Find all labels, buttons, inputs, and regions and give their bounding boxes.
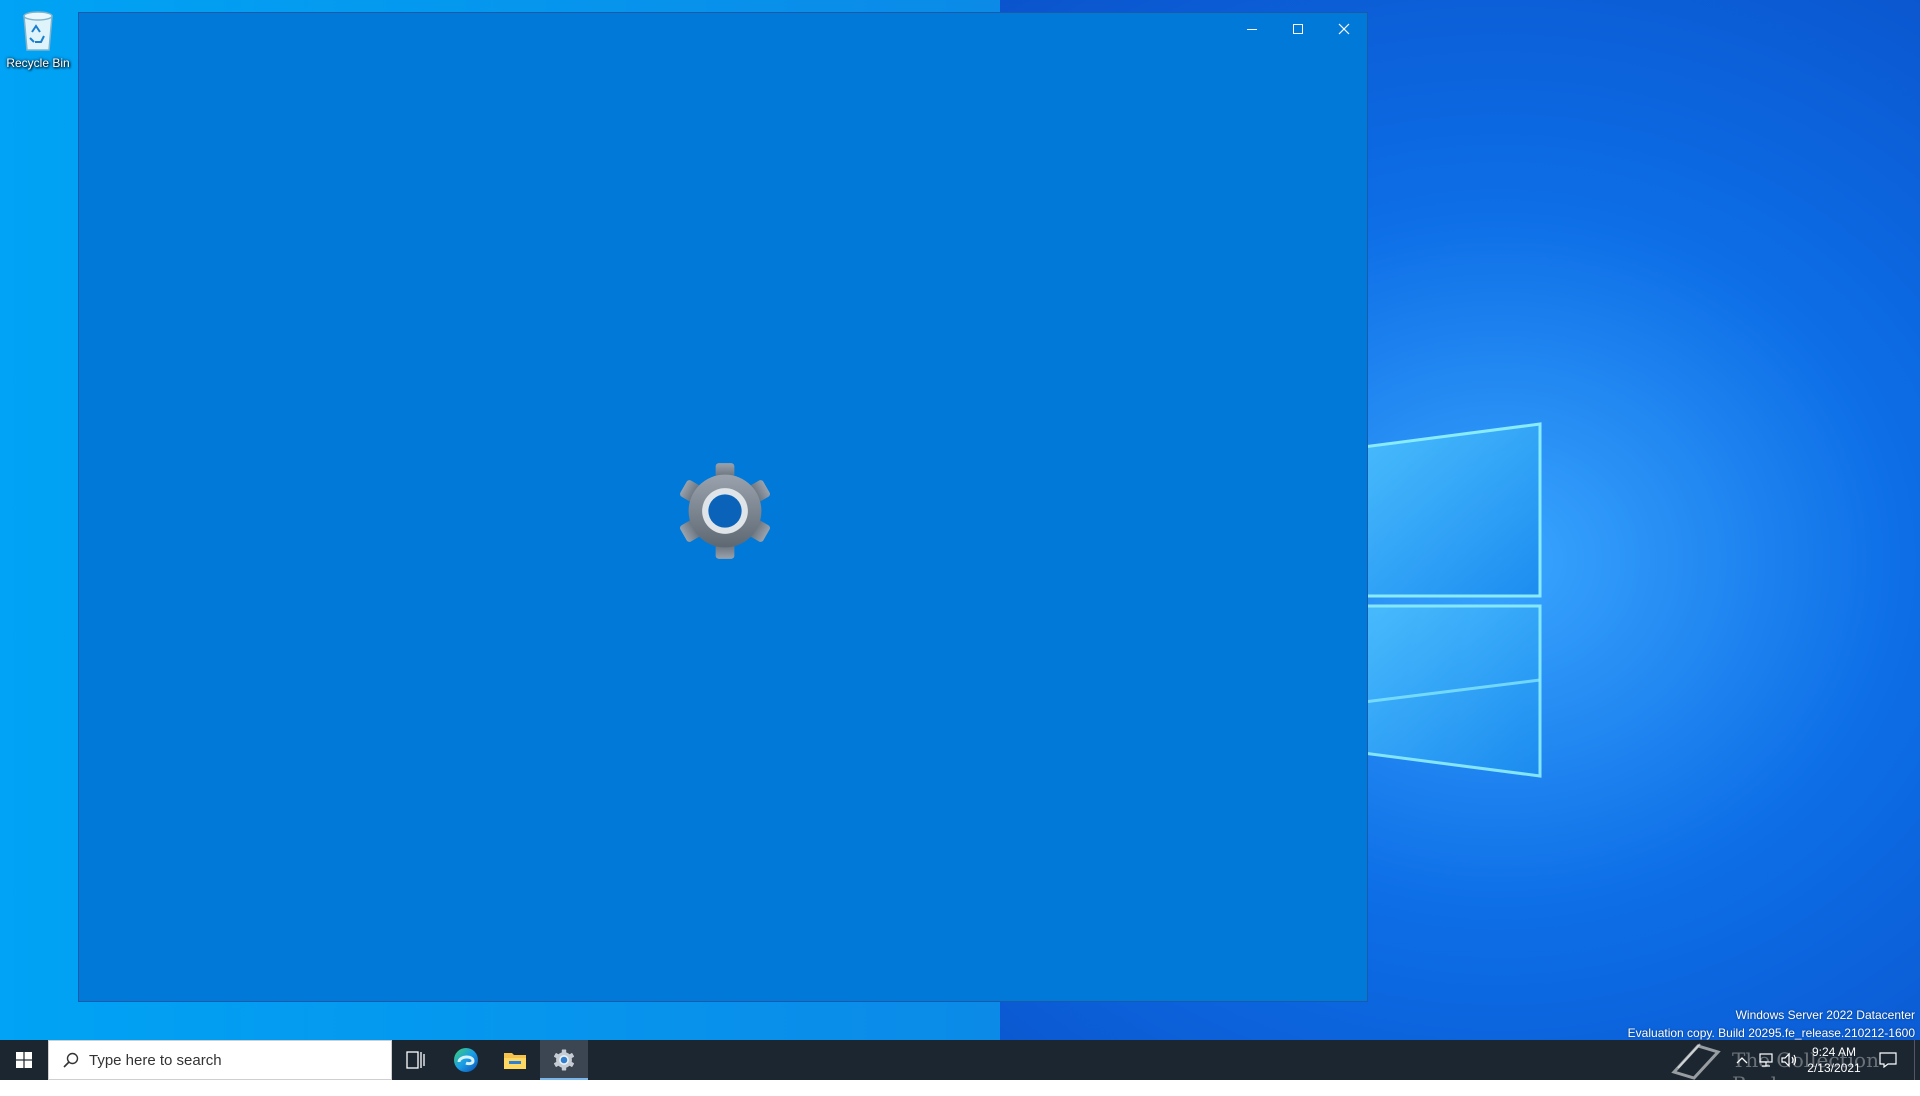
recycle-bin-desktop-icon[interactable]: Recycle Bin: [4, 6, 72, 78]
minimize-button[interactable]: [1229, 13, 1275, 45]
network-icon: [1759, 1053, 1773, 1067]
chevron-up-icon: [1736, 1057, 1748, 1064]
windows-logo-wallpaper: [1340, 422, 1542, 778]
maximize-button[interactable]: [1275, 13, 1321, 45]
settings-window[interactable]: [78, 12, 1368, 1002]
maximize-icon: [1293, 24, 1303, 34]
windows-start-icon: [16, 1052, 32, 1068]
show-desktop-button[interactable]: [1914, 1040, 1920, 1080]
edge-taskbar-button[interactable]: [442, 1040, 490, 1080]
file-explorer-icon: [504, 1053, 526, 1069]
recycle-bin-icon: [23, 11, 53, 51]
search-icon: [63, 1052, 79, 1068]
desktop: Recycle Bin Windows Server 2022 Datacent…: [0, 0, 1920, 1080]
file-explorer-taskbar-button[interactable]: [491, 1040, 539, 1080]
show-hidden-icons-button[interactable]: [1730, 1040, 1754, 1080]
clock-date: 2/13/2021: [1807, 1061, 1861, 1075]
search-input[interactable]: Type here to search: [48, 1040, 392, 1080]
network-tray-button[interactable]: [1754, 1040, 1778, 1080]
taskbar: Type here to search The Collection Book …: [0, 1040, 1920, 1096]
clock-time: 9:24 AM: [1811, 1045, 1857, 1059]
task-view-button[interactable]: [392, 1040, 440, 1080]
notification-icon: [1879, 1052, 1897, 1068]
close-icon: [1338, 23, 1350, 35]
edge-icon: [454, 1048, 478, 1072]
settings-gear-icon: [680, 463, 770, 559]
close-button[interactable]: [1321, 13, 1367, 45]
action-center-button[interactable]: [1870, 1040, 1906, 1080]
start-button[interactable]: [0, 1040, 48, 1080]
speaker-icon: [1781, 1052, 1797, 1068]
windows-edition-watermark: Windows Server 2022 Datacenter Evaluatio…: [1628, 1006, 1915, 1042]
task-view-icon: [406, 1051, 425, 1069]
settings-taskbar-button[interactable]: [540, 1040, 588, 1080]
volume-tray-button[interactable]: [1778, 1040, 1802, 1080]
search-placeholder: Type here to search: [89, 1051, 222, 1069]
edition-text: Windows Server 2022 Datacenter: [1735, 1008, 1915, 1022]
minimize-icon: [1247, 29, 1257, 30]
book-logo-icon: [1671, 1043, 1721, 1080]
recycle-bin-label: Recycle Bin: [6, 56, 70, 70]
settings-gear-icon: [553, 1049, 575, 1071]
taskbar-clock[interactable]: 9:24 AM 2/13/2021: [1800, 1044, 1868, 1076]
